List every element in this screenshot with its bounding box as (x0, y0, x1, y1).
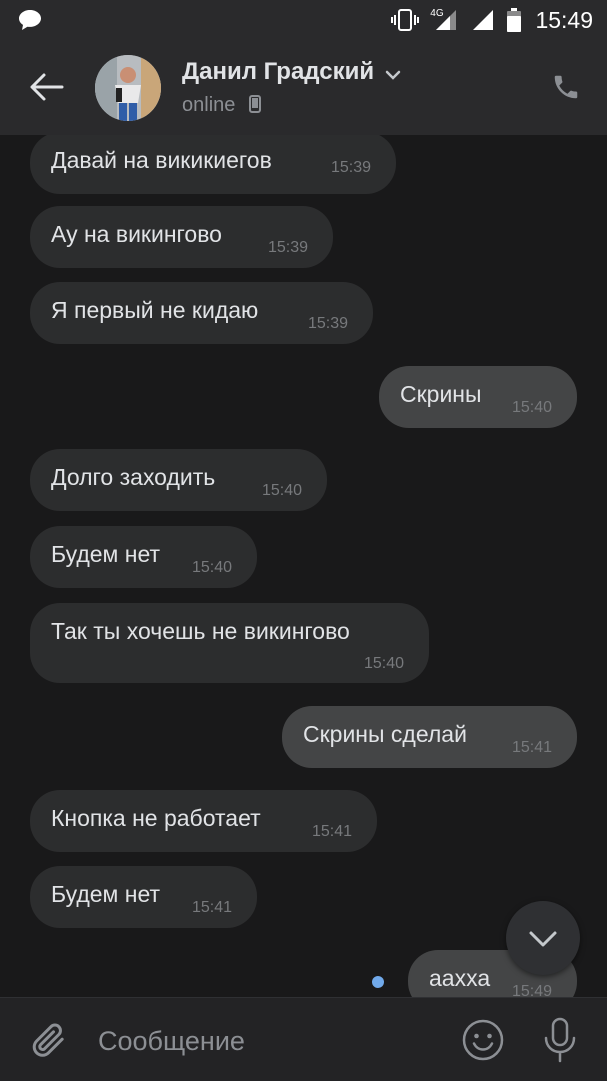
message-text: Будем нет (51, 541, 161, 567)
mobile-device-icon (248, 95, 261, 113)
message-incoming[interactable]: Я первый не кидаю 15:39 (30, 282, 373, 344)
scroll-to-bottom-button[interactable] (506, 901, 580, 975)
message-time: 15:39 (308, 315, 349, 332)
message-text: Давай на викикиегов (51, 147, 272, 173)
back-button[interactable] (28, 72, 64, 102)
message-incoming[interactable]: Давай на викикиегов 15:39 (30, 135, 396, 194)
chat-header: Данил Градский online (0, 40, 607, 135)
online-status: online (182, 94, 236, 116)
message-incoming[interactable]: Будем нет 15:41 (30, 866, 257, 928)
call-button[interactable] (551, 72, 581, 102)
chevron-down-icon (529, 931, 557, 947)
message-time: 15:40 (262, 482, 303, 499)
message-time: 15:39 (268, 239, 309, 256)
message-incoming[interactable]: Кнопка не работает 15:41 (30, 790, 377, 852)
message-text: Скрины (400, 381, 482, 407)
message-text: Я первый не кидаю (51, 297, 259, 323)
emoji-icon (462, 1019, 504, 1061)
message-composer (0, 997, 607, 1081)
emoji-button[interactable] (461, 1018, 505, 1062)
signal-4g-icon (436, 10, 457, 30)
message-time: 15:49 (512, 983, 553, 997)
message-text: Кнопка не работает (51, 805, 261, 831)
back-arrow-icon (30, 73, 64, 101)
message-text: Будем нет (51, 881, 161, 907)
message-input[interactable] (96, 1018, 440, 1064)
chevron-down-icon (385, 70, 400, 80)
paperclip-icon (32, 1023, 64, 1057)
unread-indicator (372, 976, 384, 988)
voice-message-button[interactable] (540, 1016, 580, 1064)
message-time: 15:40 (364, 655, 405, 672)
avatar-photo (95, 55, 161, 121)
message-list[interactable]: Давай на викикиегов 15:39 Ау на викингов… (0, 135, 607, 997)
message-text: Долго заходить (51, 464, 216, 490)
message-incoming[interactable]: Так ты хочешь не викингово 15:40 (30, 603, 429, 683)
clock: 15:49 (535, 7, 593, 33)
message-incoming[interactable]: Будем нет 15:40 (30, 526, 257, 588)
message-text: Ау на викингово (51, 221, 222, 247)
chat-notification-icon (18, 9, 42, 36)
message-incoming[interactable]: Ау на викингово 15:39 (30, 206, 333, 268)
message-outgoing[interactable]: Скрины 15:40 (379, 366, 577, 428)
status-bar: 4G 15:49 (0, 0, 607, 40)
message-time: 15:41 (312, 823, 353, 840)
message-time: 15:41 (192, 899, 233, 916)
message-time: 15:40 (192, 559, 233, 576)
message-text: аахха (429, 965, 491, 991)
message-text: Скрины сделай (303, 721, 467, 747)
message-text: Так ты хочешь не викингово (51, 618, 350, 644)
message-outgoing[interactable]: Скрины сделай 15:41 (282, 706, 577, 768)
avatar[interactable] (95, 55, 161, 121)
phone-icon (554, 75, 578, 99)
message-time: 15:40 (512, 399, 553, 416)
chat-title[interactable]: Данил Градский online (182, 58, 401, 117)
microphone-icon (544, 1017, 576, 1063)
message-time: 15:39 (331, 159, 372, 176)
message-time: 15:41 (512, 739, 553, 756)
attach-button[interactable] (28, 1020, 68, 1060)
contact-name: Данил Градский (182, 58, 375, 85)
status-icons: 4G (390, 8, 521, 32)
message-incoming[interactable]: Долго заходить 15:40 (30, 449, 327, 511)
signal-icon (472, 10, 493, 30)
vibrate-icon (390, 9, 419, 31)
battery-icon (507, 8, 521, 32)
